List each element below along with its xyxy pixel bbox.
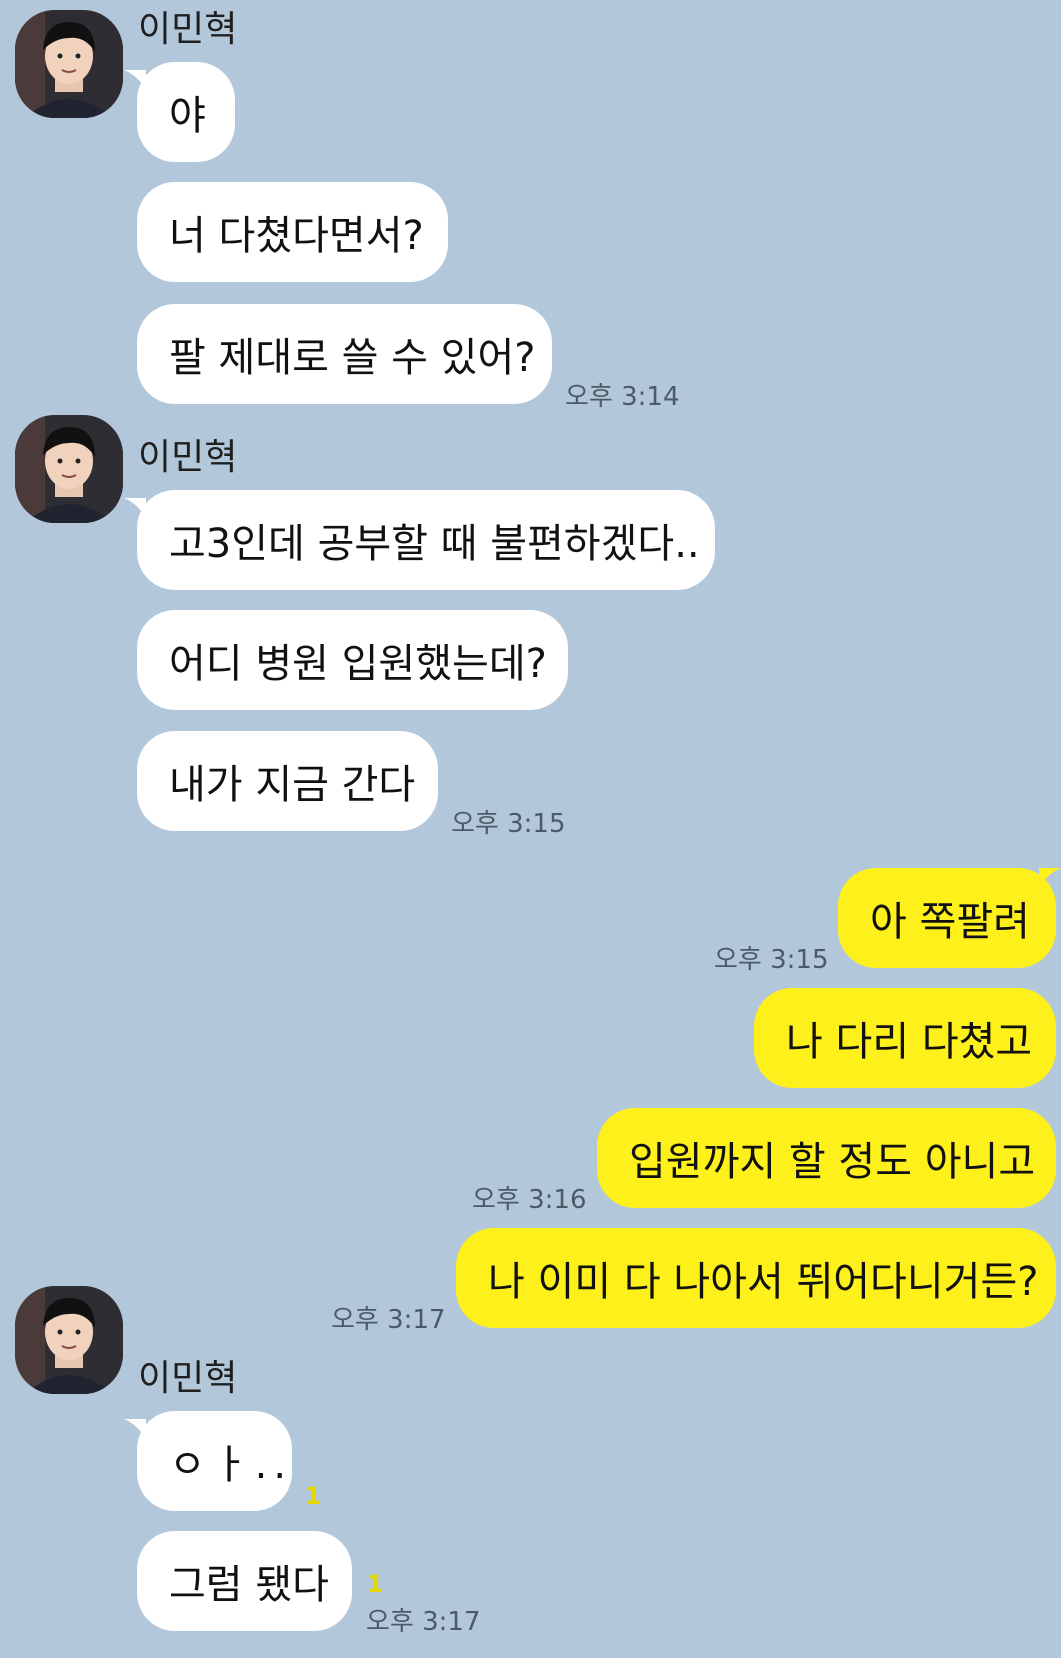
message-timestamp: 오후 3:17 [331, 1305, 446, 1335]
outgoing-message[interactable]: 입원까지 할 정도 아니고 [597, 1108, 1056, 1208]
message-timestamp: 오후 3:14 [565, 382, 680, 412]
incoming-message[interactable]: 너 다쳤다면서? [137, 182, 448, 282]
message-timestamp: 오후 3:15 [451, 809, 566, 839]
message-timestamp: 오후 3:16 [472, 1185, 587, 1215]
unread-count: 1 [305, 1482, 322, 1510]
incoming-message[interactable]: ㅇㅏ.. [137, 1411, 292, 1511]
message-timestamp: 오후 3:15 [714, 945, 829, 975]
incoming-message[interactable]: 그럼 됐다 [137, 1531, 352, 1631]
outgoing-message[interactable]: 나 다리 다쳤고 [754, 988, 1056, 1088]
sender-name: 이민혁 [138, 1358, 238, 1399]
sender-name: 이민혁 [138, 9, 238, 50]
incoming-message[interactable]: 팔 제대로 쓸 수 있어? [137, 304, 552, 404]
incoming-message[interactable]: 어디 병원 입원했는데? [137, 610, 568, 710]
incoming-message[interactable]: 내가 지금 간다 [137, 731, 438, 831]
outgoing-message[interactable]: 아 쪽팔려 [838, 868, 1056, 968]
outgoing-message[interactable]: 나 이미 다 나아서 뛰어다니거든? [456, 1228, 1056, 1328]
sender-avatar[interactable] [15, 1286, 123, 1394]
sender-avatar[interactable] [15, 10, 123, 118]
sender-name: 이민혁 [138, 437, 238, 478]
incoming-message[interactable]: 고3인데 공부할 때 불편하겠다.. [137, 490, 715, 590]
message-timestamp: 오후 3:17 [366, 1607, 481, 1637]
sender-avatar[interactable] [15, 415, 123, 523]
unread-count: 1 [367, 1570, 384, 1598]
incoming-message[interactable]: 야 [137, 62, 235, 162]
